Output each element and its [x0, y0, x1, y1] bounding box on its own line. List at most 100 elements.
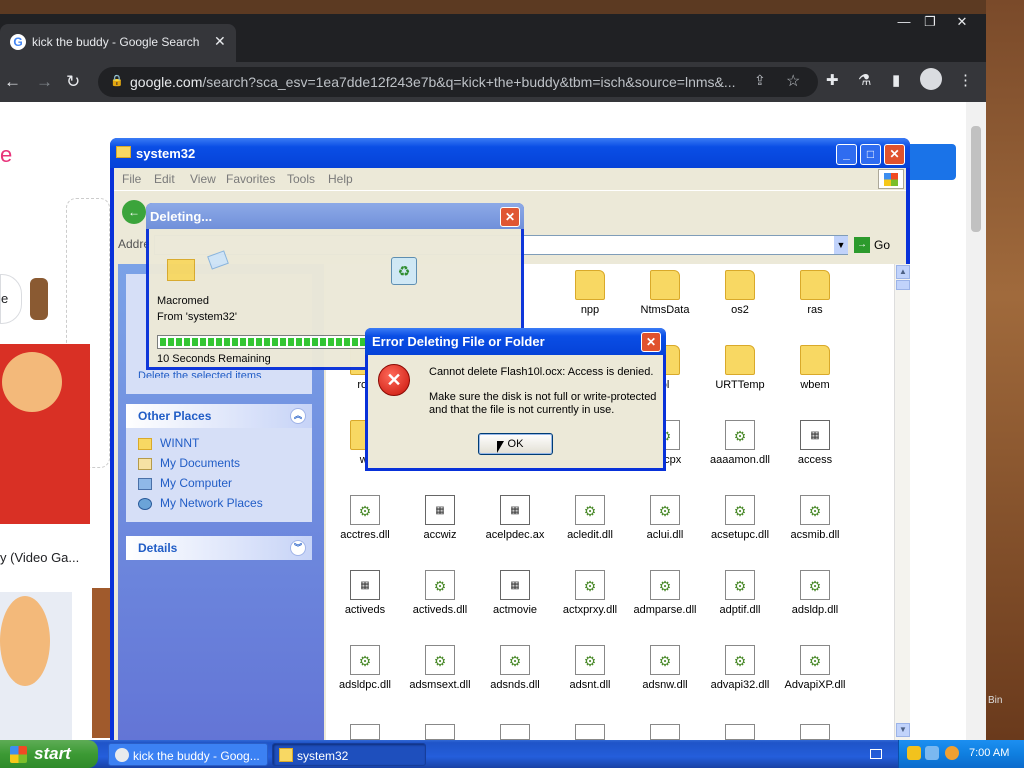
task-chrome[interactable]: kick the buddy - Goog... — [108, 743, 268, 766]
file-item[interactable]: URTTemp — [705, 345, 775, 391]
address-bar[interactable]: 🔒 google.com/search?sca_esv=1ea7dde12f24… — [98, 67, 818, 97]
error-close-button[interactable]: ✕ — [641, 332, 661, 352]
file-item[interactable]: npp — [555, 270, 625, 316]
collapse-chevron-icon[interactable]: ︽ — [290, 408, 306, 424]
dll-file-icon[interactable] — [425, 724, 455, 740]
file-item[interactable]: ⚙ adptif.dll — [705, 570, 775, 616]
image-result-caption[interactable]: y (Video Ga... — [0, 550, 79, 565]
go-button[interactable]: → Go — [854, 235, 900, 255]
reload-icon[interactable]: ↻ — [66, 72, 80, 92]
image-result-thumbnail[interactable] — [92, 588, 112, 738]
file-name: acelpdec.ax — [485, 529, 545, 541]
menu-edit[interactable]: Edit — [154, 172, 175, 186]
browser-close-button[interactable]: ✕ — [948, 14, 976, 30]
explorer-close-button[interactable]: ✕ — [884, 144, 905, 165]
file-item[interactable]: ⚙ acsetupc.dll — [705, 495, 775, 541]
browser-tab[interactable]: G kick the buddy - Google Search ✕ — [0, 24, 236, 62]
file-item[interactable]: ⚙ adsldpc.dll — [330, 645, 400, 691]
tab-close-icon[interactable]: ✕ — [214, 33, 226, 50]
clock[interactable]: 7:00 AM — [969, 747, 1009, 759]
file-item[interactable]: ⚙ adsnds.dll — [480, 645, 550, 691]
menu-favorites[interactable]: Favorites — [226, 172, 275, 186]
scroll-down-icon[interactable]: ▼ — [896, 723, 910, 737]
lab-icon[interactable]: ⚗ — [858, 71, 871, 89]
file-item[interactable]: ▦ actmovie — [480, 570, 550, 616]
search-icon[interactable] — [945, 746, 959, 760]
file-item[interactable]: os2 — [705, 270, 775, 316]
recycle-bin-label[interactable]: Bin — [988, 695, 1002, 706]
dll-file-icon[interactable] — [350, 724, 380, 740]
dll-file-icon[interactable] — [650, 724, 680, 740]
bookmark-star-icon[interactable]: ☆ — [786, 71, 800, 91]
dll-file-icon[interactable] — [725, 724, 755, 740]
file-item[interactable]: ⚙ adsldp.dll — [780, 570, 850, 616]
file-item[interactable]: ▦ acelpdec.ax — [480, 495, 550, 541]
file-item[interactable]: ⚙ advapi32.dll — [705, 645, 775, 691]
file-item[interactable]: ▦ access — [780, 420, 850, 466]
browser-maximize-button[interactable]: ❐ — [916, 14, 944, 30]
browser-minimize-button[interactable]: — — [890, 14, 918, 30]
details-header[interactable]: Details ︾ — [126, 536, 312, 560]
file-item[interactable]: ▦ accwiz — [405, 495, 475, 541]
menu-kebab-icon[interactable]: ⋮ — [958, 71, 973, 89]
profile-avatar[interactable] — [920, 68, 942, 90]
file-item[interactable]: ⚙ AdvapiXP.dll — [780, 645, 850, 691]
file-item[interactable]: ⚙ acctres.dll — [330, 495, 400, 541]
deleting-close-button[interactable]: ✕ — [500, 207, 520, 227]
file-item[interactable]: ⚙ activeds.dll — [405, 570, 475, 616]
place-my-computer[interactable]: My Computer — [138, 476, 232, 490]
explorer-titlebar[interactable]: system32 _ □ ✕ — [110, 138, 910, 168]
file-item[interactable]: ⚙ acsmib.dll — [780, 495, 850, 541]
file-list-scrollbar[interactable]: ▲ ▼ — [894, 264, 910, 740]
dll-file-icon[interactable] — [800, 724, 830, 740]
place-my-network-places[interactable]: My Network Places — [138, 496, 263, 510]
task-delete-selected[interactable]: Delete the selected items — [138, 370, 298, 378]
back-arrow-icon[interactable]: ← — [4, 72, 21, 92]
menu-tools[interactable]: Tools — [287, 172, 315, 186]
explorer-minimize-button[interactable]: _ — [836, 144, 857, 165]
security-shield-icon[interactable] — [907, 746, 921, 760]
file-item[interactable]: ⚙ aclui.dll — [630, 495, 700, 541]
extensions-icon[interactable]: ✚ — [826, 71, 839, 89]
page-scrollbar[interactable] — [966, 102, 986, 740]
other-places-header[interactable]: Other Places ︽ — [126, 404, 312, 428]
dll-file-icon[interactable] — [575, 724, 605, 740]
network-icon[interactable] — [925, 746, 939, 760]
place-winnt[interactable]: WINNT — [138, 436, 199, 450]
deleting-titlebar[interactable]: Deleting... ✕ — [146, 203, 524, 229]
file-item[interactable]: wbem — [780, 345, 850, 391]
address-dropdown-icon[interactable]: ▼ — [834, 236, 848, 254]
file-item[interactable]: ⚙ acledit.dll — [555, 495, 625, 541]
error-titlebar[interactable]: Error Deleting File or Folder ✕ — [365, 328, 666, 355]
ok-button[interactable]: OK — [478, 433, 553, 455]
file-item[interactable]: ⚙ adsmsext.dll — [405, 645, 475, 691]
file-item[interactable]: ras — [780, 270, 850, 316]
filter-chip[interactable]: e — [0, 274, 22, 324]
forward-arrow-icon[interactable]: → — [36, 72, 53, 92]
menu-view[interactable]: View — [190, 172, 216, 186]
dll-file-icon[interactable] — [500, 724, 530, 740]
menu-help[interactable]: Help — [328, 172, 353, 186]
expand-chevron-icon[interactable]: ︾ — [290, 540, 306, 556]
side-panel-icon[interactable]: ▮ — [892, 71, 900, 89]
scrollbar-thumb[interactable] — [971, 126, 981, 232]
share-icon[interactable]: ⇪ — [754, 72, 766, 89]
file-item[interactable]: ⚙ adsnt.dll — [555, 645, 625, 691]
file-item[interactable]: ⚙ aaaamon.dll — [705, 420, 775, 466]
dll-file-icon: ⚙ — [650, 570, 680, 600]
lock-icon[interactable]: 🔒 — [110, 74, 124, 87]
file-item[interactable]: ⚙ adsnw.dll — [630, 645, 700, 691]
menu-file[interactable]: File — [122, 172, 141, 186]
start-button[interactable]: start — [0, 740, 98, 768]
file-item[interactable]: ▦ activeds — [330, 570, 400, 616]
file-item[interactable]: NtmsData — [630, 270, 700, 316]
scroll-up-icon[interactable]: ▲ — [896, 265, 910, 279]
keyboard-icon[interactable] — [870, 749, 882, 759]
scrollbar-thumb[interactable] — [896, 280, 910, 290]
file-item[interactable]: ⚙ admparse.dll — [630, 570, 700, 616]
task-explorer[interactable]: system32 — [272, 743, 426, 766]
file-item[interactable]: ⚙ actxprxy.dll — [555, 570, 625, 616]
explorer-maximize-button[interactable]: □ — [860, 144, 881, 165]
back-button[interactable]: ← — [122, 200, 146, 224]
place-my-documents[interactable]: My Documents — [138, 456, 240, 470]
